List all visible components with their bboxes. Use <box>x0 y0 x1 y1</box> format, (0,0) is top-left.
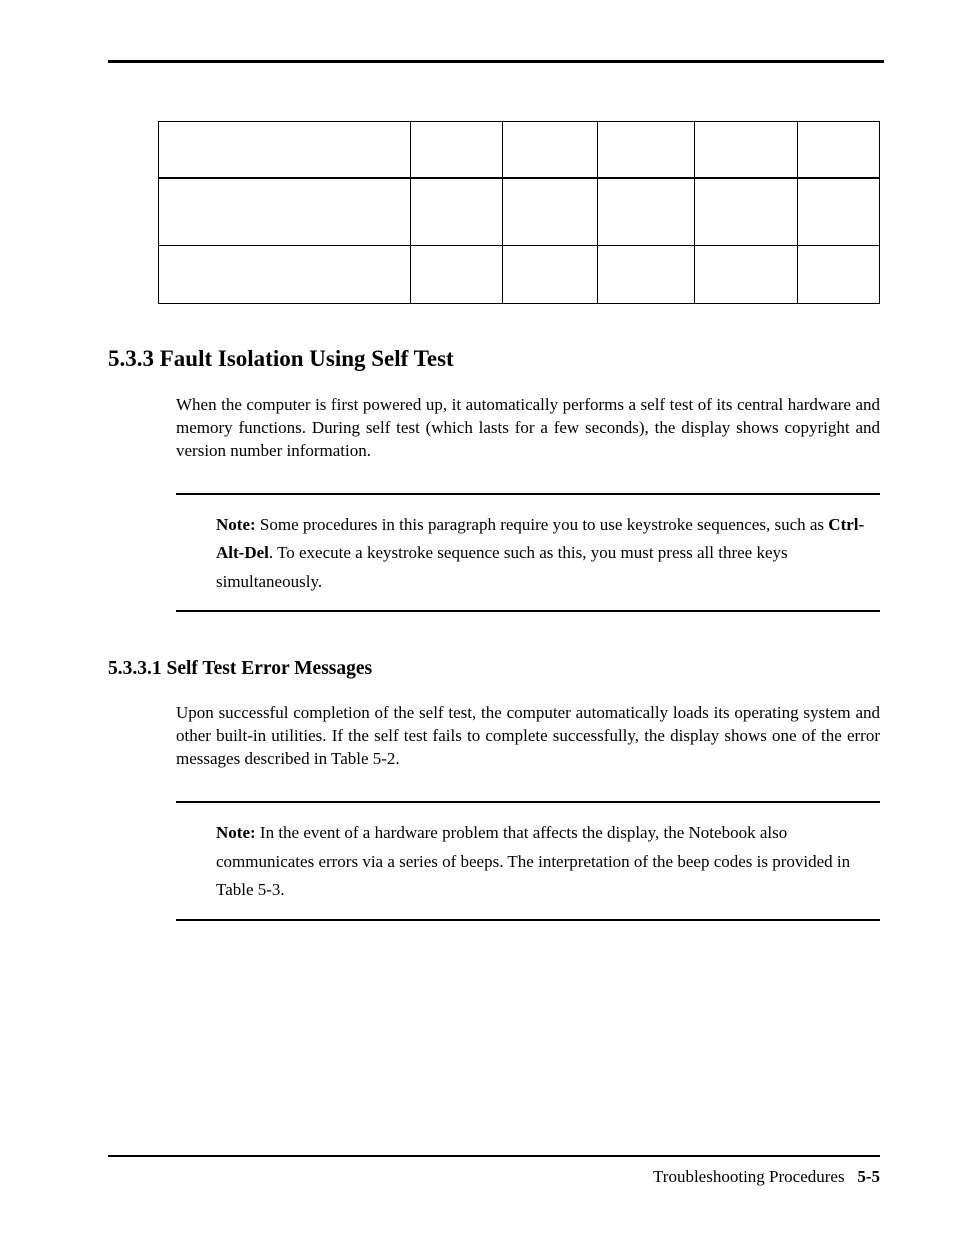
bottom-rule <box>108 1155 880 1157</box>
footer: Troubleshooting Procedures 5-5 <box>653 1167 880 1187</box>
note-2: Note: In the event of a hardware problem… <box>216 819 880 905</box>
para-error-messages: Upon successful completion of the self t… <box>176 702 880 771</box>
note-rule-bottom-1 <box>176 610 880 612</box>
footer-page: 5-5 <box>857 1167 880 1186</box>
para-selftest-intro: When the computer is first powered up, i… <box>176 394 880 463</box>
footer-text: Troubleshooting Procedures <box>653 1167 845 1186</box>
subsection-title: Self Test Error Messages <box>167 658 373 679</box>
empty-table <box>158 121 880 304</box>
note-label: Note: <box>216 515 256 534</box>
top-rule <box>108 60 884 63</box>
note-2-text: In the event of a hardware problem that … <box>216 823 850 899</box>
note-1-text-b: . To execute a keystroke sequence such a… <box>216 543 788 591</box>
note-label-2: Note: <box>216 823 256 842</box>
note-rule-top-1 <box>176 493 880 495</box>
note-rule-bottom-2 <box>176 919 880 921</box>
note-1: Note: Some procedures in this paragraph … <box>216 511 880 597</box>
section-heading-533: 5.3.3 Fault Isolation Using Self Test <box>108 346 884 372</box>
section-heading-5331: 5.3.3.1 Self Test Error Messages <box>108 658 884 680</box>
subsection-number: 5.3.3.1 <box>108 658 162 680</box>
section-title: Fault Isolation Using Self Test <box>160 346 454 371</box>
section-number: 5.3.3 <box>108 346 154 372</box>
note-rule-top-2 <box>176 801 880 803</box>
note-1-text-a: Some procedures in this paragraph requir… <box>260 515 828 534</box>
